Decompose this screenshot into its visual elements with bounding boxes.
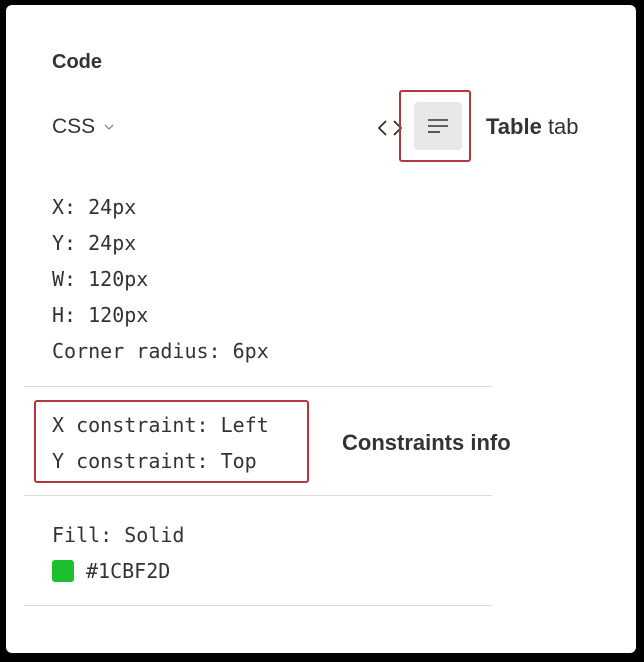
fill-color-value[interactable]: #1CBF2D (86, 559, 170, 583)
prop-h: H: 120px (52, 303, 149, 327)
table-tab-highlight (399, 90, 471, 162)
table-tab-annotation-bold: Table (486, 114, 542, 139)
divider (24, 495, 492, 496)
constraints-annotation: Constraints info (342, 430, 511, 455)
language-label: CSS (52, 115, 96, 138)
prop-w: W: 120px (52, 267, 149, 291)
constraints-highlight (34, 400, 309, 483)
divider (24, 605, 492, 606)
section-title: Code (52, 51, 102, 73)
inspect-panel: Code CSS Table tab X: 24px Y: 24px W: 12… (6, 5, 636, 653)
color-swatch[interactable] (52, 560, 74, 582)
divider (24, 386, 492, 387)
prop-x: X: 24px (52, 195, 137, 219)
table-tab-annotation: Table tab (486, 114, 579, 140)
language-dropdown[interactable]: CSS (52, 115, 115, 139)
table-tab-annotation-rest: tab (541, 114, 579, 139)
fill-type: Fill: Solid (52, 523, 185, 547)
chevron-down-icon (104, 124, 114, 130)
prop-y: Y: 24px (52, 231, 137, 255)
prop-corner-radius: Corner radius: 6px (52, 339, 269, 363)
